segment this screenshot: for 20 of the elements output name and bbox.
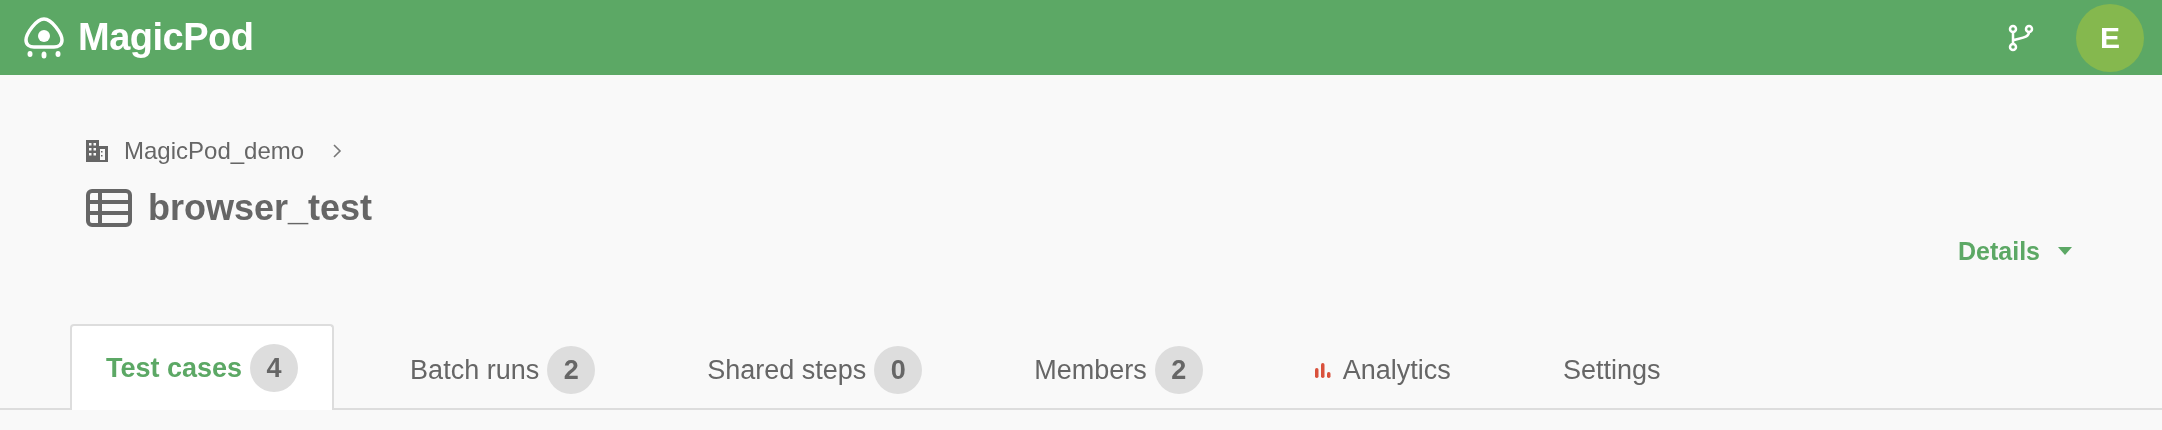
branch-icon[interactable]: [2008, 23, 2034, 52]
organization-link[interactable]: MagicPod_demo: [124, 137, 305, 165]
logo-text[interactable]: MagicPod: [78, 16, 254, 59]
project-title: browser_test: [148, 187, 373, 229]
tab[interactable]: Shared steps 0: [671, 328, 959, 410]
bar-chart-icon: [1314, 362, 1331, 378]
table-icon: [86, 189, 132, 227]
tab[interactable]: Batch runs 2: [374, 328, 632, 410]
tab[interactable]: Test cases 4: [70, 324, 335, 410]
count-badge: 4: [250, 344, 299, 392]
count-badge: 0: [874, 346, 923, 394]
count-badge: 2: [547, 346, 596, 394]
chevron-right-icon: [332, 143, 343, 159]
building-icon: [86, 140, 108, 162]
caret-down-icon: [2058, 247, 2072, 256]
tab[interactable]: Settings: [1526, 328, 1697, 410]
count-badge: 2: [1154, 346, 1203, 394]
details-dropdown[interactable]: Details: [1958, 237, 2072, 266]
tab[interactable]: Members 2: [998, 328, 1239, 410]
tab[interactable]: Analytics: [1278, 328, 1487, 410]
